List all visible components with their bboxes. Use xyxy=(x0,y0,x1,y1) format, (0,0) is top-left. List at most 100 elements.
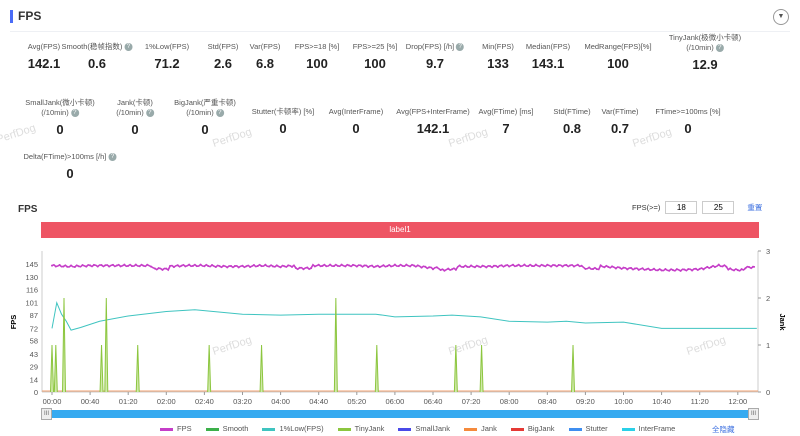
legend-label: SmallJank xyxy=(415,424,450,433)
fps-point xyxy=(504,264,507,267)
fps-point xyxy=(713,266,716,269)
slider-handle-right[interactable]: III xyxy=(748,408,759,420)
fps-point xyxy=(218,265,221,268)
x-tick-label: 02:00 xyxy=(157,397,176,406)
x-tick-label: 10:40 xyxy=(652,397,671,406)
fps-point xyxy=(176,264,179,267)
fps-point xyxy=(54,265,57,268)
fps-point xyxy=(409,265,412,268)
fps-point xyxy=(138,265,141,268)
legend-item-tinyjank[interactable]: TinyJank xyxy=(337,424,385,433)
fps-point xyxy=(279,266,282,269)
fps-point xyxy=(188,263,191,266)
hide-all-button[interactable]: 全隐藏 xyxy=(712,424,735,435)
y-tick-label: 116 xyxy=(26,285,38,294)
fps-point xyxy=(721,265,724,268)
fps-point xyxy=(672,269,675,272)
fps-point xyxy=(618,266,621,269)
fps-point xyxy=(466,265,469,268)
fps-point xyxy=(447,267,450,270)
fps-point xyxy=(538,265,541,268)
fps-point xyxy=(157,267,160,270)
y-tick-label: 14 xyxy=(30,376,38,385)
fps-point xyxy=(412,264,415,267)
x-tick-label: 06:40 xyxy=(424,397,443,406)
fps-point xyxy=(512,263,515,266)
legend-item-smalljank[interactable]: SmallJank xyxy=(398,424,450,433)
fps-point xyxy=(367,266,370,269)
legend-item-jank[interactable]: Jank xyxy=(463,424,497,433)
fps-point xyxy=(371,264,374,267)
fps-point xyxy=(382,264,385,267)
fps-point xyxy=(51,264,53,267)
fps-point xyxy=(432,268,434,271)
legend-label: Stutter xyxy=(585,424,608,433)
legend-item-1-low-fps-[interactable]: 1%Low(FPS) xyxy=(262,424,324,433)
legend-item-smooth[interactable]: Smooth xyxy=(205,424,248,433)
legend-item-interframe[interactable]: InterFrame xyxy=(621,424,676,433)
y-tick-label: 145 xyxy=(25,260,38,269)
fps-point xyxy=(725,265,728,268)
legend-item-stutter[interactable]: Stutter xyxy=(568,424,608,433)
fps-point xyxy=(702,268,705,271)
legend: FPS Smooth 1%Low(FPS) TinyJank SmallJank Jank… xyxy=(160,424,675,433)
tinyjank-spike xyxy=(333,297,338,393)
fps-point xyxy=(355,265,358,268)
legend-swatch xyxy=(160,427,173,431)
fps-point xyxy=(119,265,122,268)
fps-point xyxy=(736,269,739,272)
fps-point xyxy=(184,265,187,268)
fps-point xyxy=(477,265,480,268)
legend-swatch xyxy=(463,427,477,431)
fps-point xyxy=(172,266,175,269)
legend-label: BigJank xyxy=(527,424,555,433)
legend-label: TinyJank xyxy=(354,424,385,433)
fps-point xyxy=(641,267,644,270)
slider-handle-left[interactable]: III xyxy=(41,408,52,420)
fps-point xyxy=(393,263,396,266)
legend-item-fps[interactable]: FPS xyxy=(160,424,192,433)
fps-point xyxy=(344,265,347,268)
fps-point xyxy=(161,268,164,271)
tinyjank-spike xyxy=(259,344,264,393)
legend-label: InterFrame xyxy=(638,424,676,433)
fps-point xyxy=(81,264,84,267)
fps-point xyxy=(374,265,377,268)
time-range-slider[interactable] xyxy=(42,410,758,418)
fps-point xyxy=(485,266,488,269)
fps-point xyxy=(592,268,595,271)
legend-label: FPS xyxy=(177,424,192,433)
fps-point xyxy=(77,265,80,268)
fps-point xyxy=(614,267,617,270)
fps-point xyxy=(195,265,198,268)
fps-point xyxy=(752,265,755,268)
legend-swatch xyxy=(568,427,582,431)
fps-point xyxy=(298,266,301,269)
fps-point xyxy=(390,265,393,268)
fps-point xyxy=(622,266,625,269)
fps-point xyxy=(104,264,107,267)
y2-axis-title: Jank xyxy=(778,313,787,331)
fps-point xyxy=(214,265,217,268)
fps-point xyxy=(401,264,404,267)
fps-point xyxy=(306,266,309,269)
fps-point xyxy=(363,264,366,267)
fps-point xyxy=(96,265,99,268)
fps-point xyxy=(691,269,694,272)
fps-point xyxy=(397,265,400,268)
fps-point xyxy=(588,266,591,269)
fps-point xyxy=(146,263,149,266)
fps-point xyxy=(321,264,324,267)
legend-item-bigjank[interactable]: BigJank xyxy=(510,424,555,433)
fps-point xyxy=(744,267,747,270)
fps-point xyxy=(420,266,423,269)
fps-point xyxy=(580,264,583,267)
fps-point xyxy=(481,264,484,267)
fps-point xyxy=(271,265,274,268)
legend-label: Jank xyxy=(480,424,497,433)
fps-point xyxy=(249,265,252,268)
fps-point xyxy=(211,264,214,267)
fps-point xyxy=(416,264,419,267)
fps-point xyxy=(127,264,130,267)
fps-point xyxy=(123,263,126,266)
